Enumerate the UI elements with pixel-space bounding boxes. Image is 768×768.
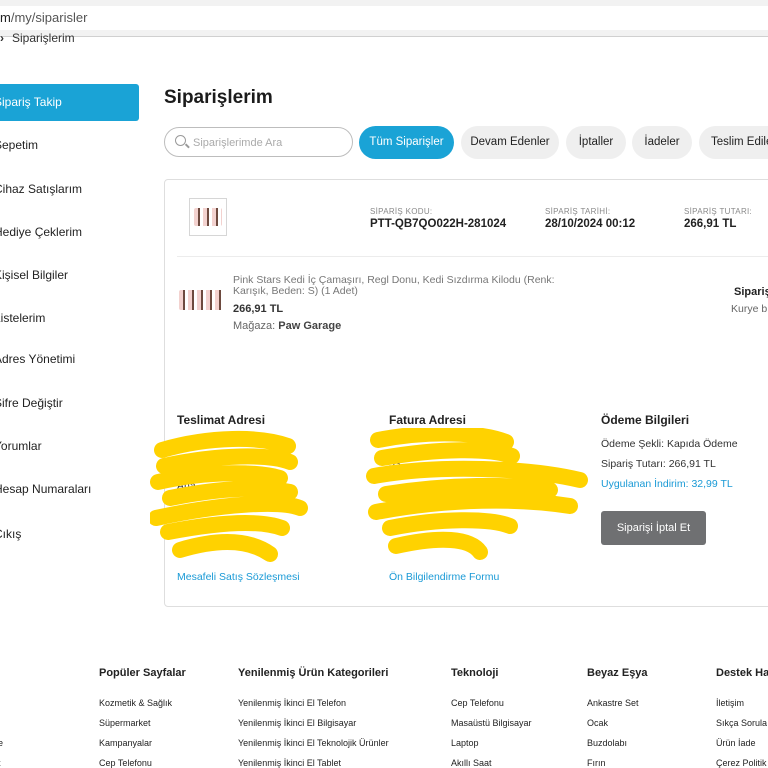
footer-link[interactable]: Cep Telefonu [451, 698, 504, 708]
order-total: 266,91 TL [684, 218, 737, 230]
delivery-address-title: Teslimat Adresi [177, 413, 266, 427]
browser-url-bar[interactable]: m/my/siparisler [0, 0, 768, 37]
footer-link[interactable]: Cep Telefonu [99, 758, 152, 768]
shipment-status-sub: Kurye b [731, 303, 768, 315]
product-price: 266,91 TL [233, 303, 284, 315]
product-name[interactable]: Pink Stars Kedi İç Çamaşırı, Regl Donu, … [233, 275, 563, 297]
footer-link[interactable]: Kozmetik & Sağlık [99, 698, 172, 708]
search-input[interactable] [191, 132, 345, 154]
order-date: 28/10/2024 00:12 [545, 218, 636, 230]
sidebar-item-cart[interactable]: Sepetim [0, 127, 139, 164]
sidebar-item-addresses[interactable]: Adres Yönetimi [0, 341, 139, 378]
redaction-scribble [150, 428, 588, 562]
chevron-right-icon: › [0, 31, 4, 45]
order-code: PTT-QB7QO022H-281024 [370, 218, 507, 230]
footer-edge-text: t [0, 758, 1, 768]
sidebar-item-logout[interactable]: Çıkış [0, 516, 139, 553]
footer-link[interactable]: İletişim [716, 698, 744, 708]
footer-link[interactable]: Yenilenmiş İkinci El Teknolojik Ürünler [238, 738, 389, 748]
order-thumbnail[interactable] [189, 198, 227, 236]
footer-edge-text: e [0, 738, 4, 748]
search-icon [175, 135, 186, 146]
sidebar-item-lists[interactable]: Listelerim [0, 300, 139, 337]
sidebar-item-personal-info[interactable]: Kişisel Bilgiler [0, 257, 139, 294]
order-code-label: SİPARİŞ KODU: [370, 207, 433, 216]
footer-link[interactable]: Kampanyalar [99, 738, 152, 748]
page-title: Siparişlerim [164, 87, 273, 108]
payment-method: Ödeme Şekli: Kapıda Ödeme [601, 438, 738, 450]
footer-title-refurbished: Yenilenmiş Ürün Kategorileri [238, 667, 389, 679]
footer-title-popular: Popüler Sayfalar [99, 667, 186, 679]
product-image-large[interactable] [177, 280, 225, 320]
footer-link[interactable]: Ankastre Set [587, 698, 639, 708]
footer-link[interactable]: Yenilenmiş İkinci El Bilgisayar [238, 718, 356, 728]
footer-link[interactable]: Yenilenmiş İkinci El Telefon [238, 698, 346, 708]
store-name[interactable]: Paw Garage [278, 320, 341, 332]
footer-link[interactable]: Ocak [587, 718, 608, 728]
product-image [194, 208, 222, 226]
tab-returns[interactable]: İadeler [632, 126, 692, 159]
cancel-order-button[interactable]: Siparişi İptal Et [601, 511, 706, 545]
order-search[interactable] [164, 127, 353, 157]
tab-all-orders[interactable]: Tüm Siparişler [359, 126, 454, 159]
url-path: /my/siparisler [10, 10, 88, 25]
product-store: Mağaza: Paw Garage [233, 320, 341, 332]
footer-link[interactable]: Yenilenmiş İkinci El Tablet [238, 758, 341, 768]
footer-link[interactable]: Masaüstü Bilgisayar [451, 718, 532, 728]
store-label: Mağaza: [233, 320, 276, 332]
payment-discount: Uygulanan İndirim: 32,99 TL [601, 478, 733, 490]
invoice-address-title: Fatura Adresi [389, 413, 466, 427]
shipment-status-title: Sipariş [734, 286, 768, 298]
footer-link[interactable]: Akıllı Saat [451, 758, 492, 768]
address-field[interactable]: m/my/siparisler [0, 6, 768, 30]
sidebar-item-device-sales[interactable]: Cihaz Satışlarım [0, 171, 139, 208]
payment-amount: Sipariş Tutarı: 266,91 TL [601, 458, 716, 470]
footer-link[interactable]: Süpermarket [99, 718, 151, 728]
sidebar-item-reviews[interactable]: Yorumlar [0, 428, 139, 465]
footer-link[interactable]: Çerez Politik [716, 758, 767, 768]
footer-title-support: Destek Ha [716, 667, 768, 679]
sidebar-item-order-tracking[interactable]: Sipariş Takip [0, 84, 139, 121]
breadcrumb-label[interactable]: Siparişlerim [12, 31, 75, 45]
footer-title-technology: Teknoloji [451, 667, 499, 679]
footer-link[interactable]: Fırın [587, 758, 606, 768]
order-date-label: SİPARİŞ TARİHİ: [545, 207, 611, 216]
product-image [179, 290, 223, 310]
footer-link[interactable]: Sıkça Sorula [716, 718, 767, 728]
url-host: m [0, 10, 11, 25]
sidebar-item-change-password[interactable]: Şifre Değiştir [0, 385, 139, 422]
sidebar-item-gift-cards[interactable]: Hediye Çeklerim [0, 214, 139, 251]
tab-cancellations[interactable]: İptaller [566, 126, 626, 159]
tab-delivered[interactable]: Teslim Edilenler [699, 126, 768, 159]
footer-link[interactable]: Laptop [451, 738, 479, 748]
footer-link[interactable]: Ürün İade [716, 738, 756, 748]
breadcrumb: › Siparişlerim [0, 31, 75, 45]
sidebar-item-bank-accounts[interactable]: Hesap Numaraları [0, 471, 139, 508]
footer-title-white-goods: Beyaz Eşya [587, 667, 648, 679]
footer-link[interactable]: Buzdolabı [587, 738, 627, 748]
payment-info-title: Ödeme Bilgileri [601, 413, 690, 427]
tab-in-progress[interactable]: Devam Edenler [461, 126, 559, 159]
divider [177, 256, 768, 257]
order-total-label: SİPARİŞ TUTARI: [684, 207, 753, 216]
